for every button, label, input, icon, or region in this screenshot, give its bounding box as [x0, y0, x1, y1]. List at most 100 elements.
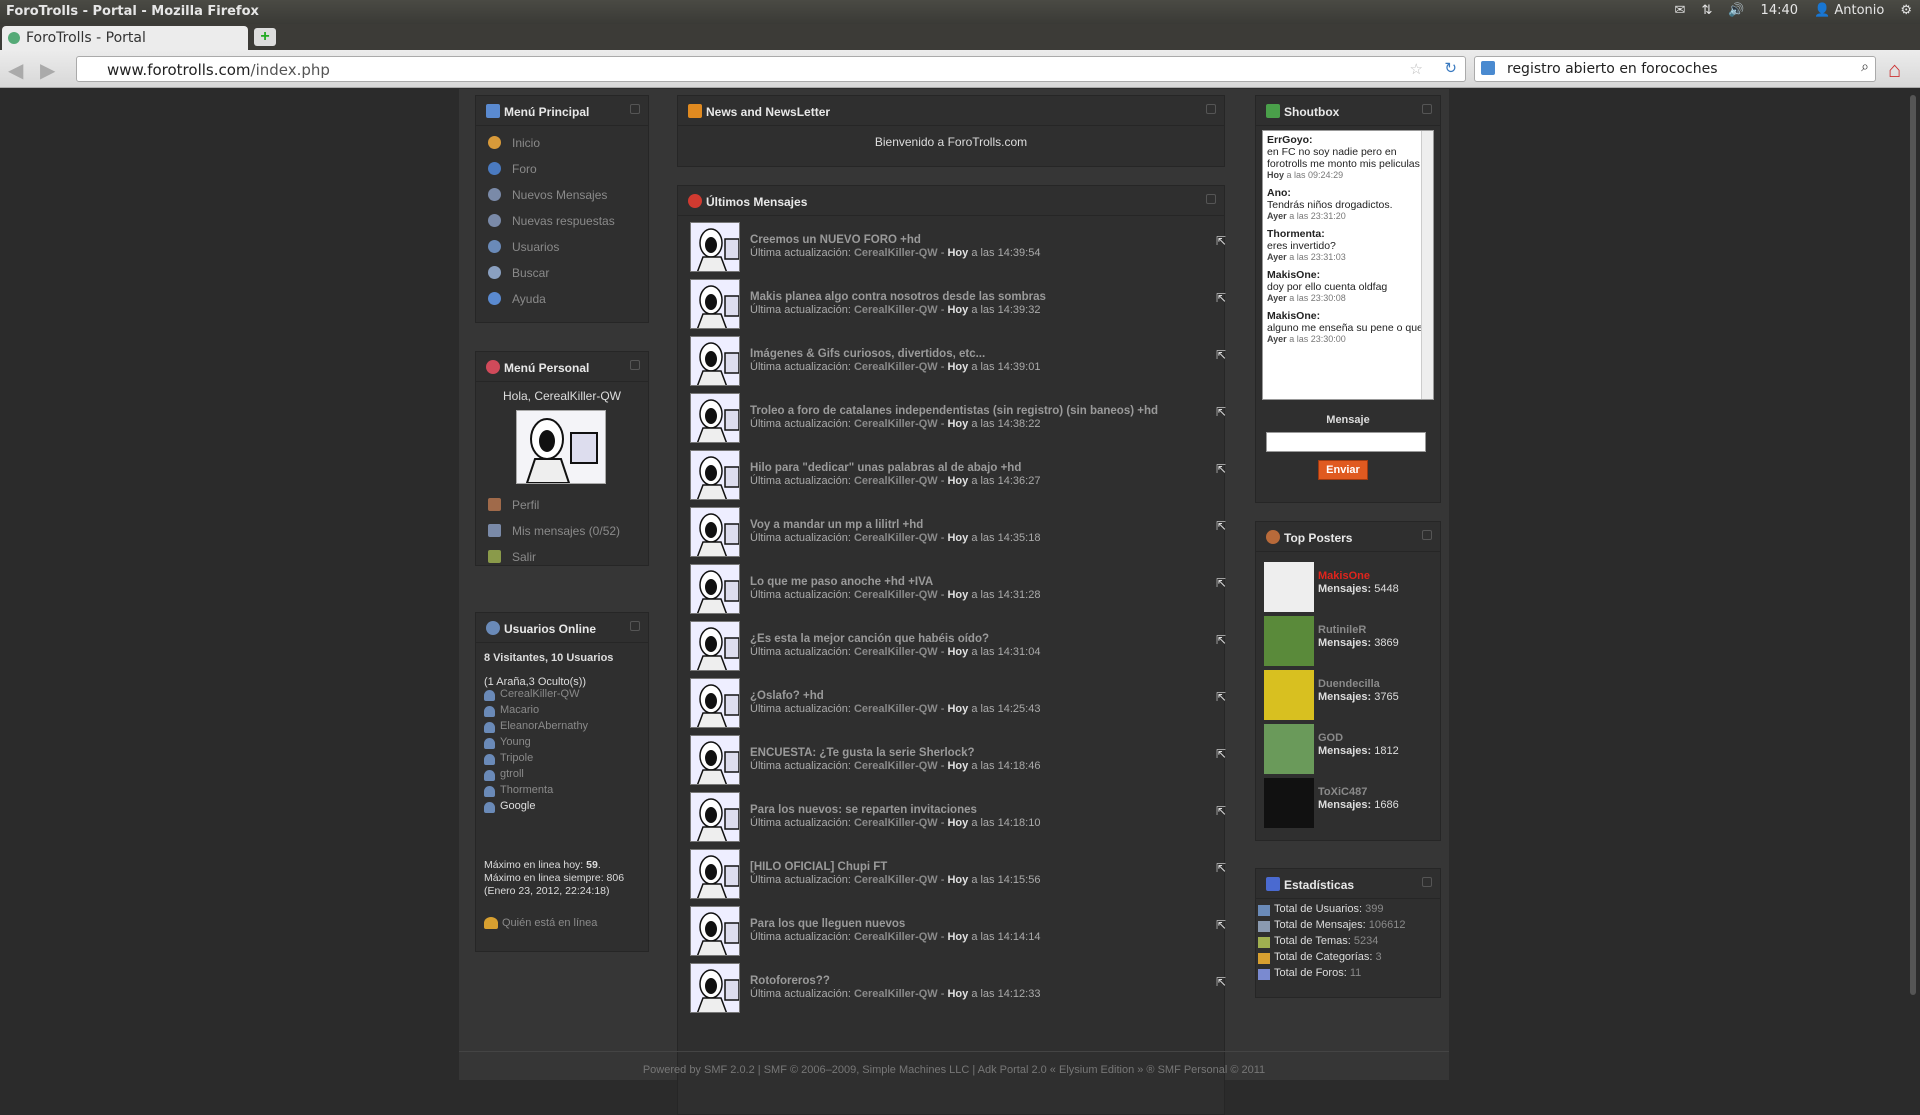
message-row[interactable]: Para los que lleguen nuevos Última actual… — [690, 904, 1230, 956]
search-icon[interactable]: ⌕ — [1861, 59, 1869, 75]
poster-name[interactable]: ToXiC487 — [1318, 786, 1367, 798]
who-online-link[interactable]: Quién está en línea — [484, 917, 634, 931]
message-user[interactable]: CerealKiller-QW — [854, 418, 938, 430]
message-user[interactable]: CerealKiller-QW — [854, 646, 938, 658]
message-row[interactable]: Imágenes & Gifs curiosos, divertidos, et… — [690, 334, 1230, 386]
go-to-post-icon[interactable]: ⇱ — [1216, 519, 1230, 533]
shoutbox-scrollbar[interactable] — [1421, 131, 1433, 399]
browser-tab[interactable]: ForoTrolls - Portal — [2, 26, 248, 50]
message-title[interactable]: Creemos un NUEVO FORO +hd — [750, 234, 921, 246]
go-to-post-icon[interactable]: ⇱ — [1216, 975, 1230, 989]
message-row[interactable]: Creemos un NUEVO FORO +hd Última actualiz… — [690, 220, 1230, 272]
bookmark-star-icon[interactable]: ☆ — [1410, 60, 1423, 78]
go-to-post-icon[interactable]: ⇱ — [1216, 918, 1230, 932]
back-arrow-icon[interactable]: ◀ — [8, 58, 23, 83]
menu-item[interactable]: Nuevos Mensajes — [476, 182, 648, 208]
mail-icon[interactable]: ✉ — [1675, 3, 1686, 18]
send-button[interactable]: Enviar — [1318, 460, 1368, 480]
message-title[interactable]: Imágenes & Gifs curiosos, divertidos, et… — [750, 348, 985, 360]
search-field[interactable]: registro abierto en forocoches ⌕ — [1474, 56, 1876, 82]
go-to-post-icon[interactable]: ⇱ — [1216, 405, 1230, 419]
message-avatar[interactable] — [690, 621, 740, 671]
online-user[interactable]: Tripole — [482, 752, 648, 768]
poster-name[interactable]: GOD — [1318, 732, 1343, 744]
home-icon[interactable]: ⌂ — [1888, 57, 1901, 83]
online-user[interactable]: CerealKiller-QW — [482, 688, 648, 704]
message-title[interactable]: Voy a mandar un mp a lilitrl +hd — [750, 519, 923, 531]
message-user[interactable]: CerealKiller-QW — [854, 931, 938, 943]
online-user[interactable]: EleanorAbernathy — [482, 720, 648, 736]
message-title[interactable]: [HILO OFICIAL] Chupi FT — [750, 861, 887, 873]
menu-item[interactable]: Buscar — [476, 260, 648, 286]
top-poster[interactable]: RutinileR Mensajes: 3869 — [1264, 616, 1434, 668]
menu-item[interactable]: Ayuda — [476, 286, 648, 312]
shout-message-input[interactable] — [1266, 432, 1426, 452]
poster-name[interactable]: Duendecilla — [1318, 678, 1380, 690]
message-row[interactable]: Troleo a foro de catalanes independentis… — [690, 391, 1230, 443]
message-user[interactable]: CerealKiller-QW — [854, 304, 938, 316]
url-bar[interactable]: www.forotrolls.com/index.php ☆ ↻ — [76, 56, 1466, 82]
menu-item[interactable]: Salir — [476, 544, 648, 570]
message-avatar[interactable] — [690, 849, 740, 899]
poster-name[interactable]: RutinileR — [1318, 624, 1366, 636]
message-title[interactable]: Hilo para "dedicar" unas palabras al de … — [750, 462, 1021, 474]
message-user[interactable]: CerealKiller-QW — [854, 532, 938, 544]
message-user[interactable]: CerealKiller-QW — [854, 361, 938, 373]
message-row[interactable]: Voy a mandar un mp a lilitrl +hd Última a… — [690, 505, 1230, 557]
message-avatar[interactable] — [690, 906, 740, 956]
poster-avatar[interactable] — [1264, 670, 1314, 720]
message-user[interactable]: CerealKiller-QW — [854, 817, 938, 829]
message-user[interactable]: CerealKiller-QW — [854, 760, 938, 772]
message-title[interactable]: ENCUESTA: ¿Te gusta la serie Sherlock? — [750, 747, 975, 759]
message-row[interactable]: Hilo para "dedicar" unas palabras al de … — [690, 448, 1230, 500]
online-user[interactable]: Young — [482, 736, 648, 752]
message-user[interactable]: CerealKiller-QW — [854, 703, 938, 715]
shoutbox-messages[interactable]: ErrGoyo: en FC no soy nadie pero en forot… — [1262, 130, 1434, 400]
message-avatar[interactable] — [690, 507, 740, 557]
top-poster[interactable]: Duendecilla Mensajes: 3765 — [1264, 670, 1434, 722]
top-poster[interactable]: GOD Mensajes: 1812 — [1264, 724, 1434, 776]
message-user[interactable]: CerealKiller-QW — [854, 874, 938, 886]
message-avatar[interactable] — [690, 963, 740, 1013]
message-row[interactable]: ¿Oslafo? +hd Última actualización: Cereal… — [690, 676, 1230, 728]
go-to-post-icon[interactable]: ⇱ — [1216, 804, 1230, 818]
go-to-post-icon[interactable]: ⇱ — [1216, 291, 1230, 305]
go-to-post-icon[interactable]: ⇱ — [1216, 747, 1230, 761]
message-title[interactable]: Makis planea algo contra nosotros desde … — [750, 291, 1046, 303]
top-poster[interactable]: MakisOne Mensajes: 5448 — [1264, 562, 1434, 614]
clock[interactable]: 14:40 — [1761, 3, 1798, 18]
message-avatar[interactable] — [690, 450, 740, 500]
user-menu[interactable]: 👤 Antonio — [1814, 3, 1884, 18]
collapse-icon[interactable] — [1422, 104, 1432, 114]
message-title[interactable]: Lo que me paso anoche +hd +IVA — [750, 576, 933, 588]
message-title[interactable]: ¿Oslafo? +hd — [750, 690, 824, 702]
message-avatar[interactable] — [690, 678, 740, 728]
message-row[interactable]: [HILO OFICIAL] Chupi FT Última actualizac… — [690, 847, 1230, 899]
menu-item[interactable]: Inicio — [476, 130, 648, 156]
poster-avatar[interactable] — [1264, 724, 1314, 774]
top-poster[interactable]: ToXiC487 Mensajes: 1686 — [1264, 778, 1434, 830]
user-avatar[interactable] — [516, 410, 606, 484]
go-to-post-icon[interactable]: ⇱ — [1216, 348, 1230, 362]
message-row[interactable]: Rotoforeros?? Última actualización: Cerea… — [690, 961, 1230, 1013]
collapse-icon[interactable] — [630, 360, 640, 370]
menu-item[interactable]: Mis mensajes (0/52) — [476, 518, 648, 544]
message-user[interactable]: CerealKiller-QW — [854, 589, 938, 601]
collapse-icon[interactable] — [1422, 530, 1432, 540]
message-avatar[interactable] — [690, 792, 740, 842]
message-row[interactable]: Lo que me paso anoche +hd +IVA Última act… — [690, 562, 1230, 614]
message-row[interactable]: ENCUESTA: ¿Te gusta la serie Sherlock? Úl… — [690, 733, 1230, 785]
go-to-post-icon[interactable]: ⇱ — [1216, 690, 1230, 704]
collapse-icon[interactable] — [630, 621, 640, 631]
scrollbar-thumb[interactable] — [1910, 95, 1916, 995]
message-avatar[interactable] — [690, 564, 740, 614]
search-engine-icon[interactable] — [1481, 61, 1495, 75]
message-title[interactable]: ¿Es esta la mejor canción que habéis oíd… — [750, 633, 989, 645]
reload-icon[interactable]: ↻ — [1444, 59, 1457, 77]
menu-item[interactable]: Perfil — [476, 492, 648, 518]
menu-item[interactable]: Nuevas respuestas — [476, 208, 648, 234]
forward-arrow-icon[interactable]: ▶ — [40, 58, 55, 83]
poster-avatar[interactable] — [1264, 562, 1314, 612]
message-user[interactable]: CerealKiller-QW — [854, 247, 938, 259]
poster-name[interactable]: MakisOne — [1318, 570, 1370, 582]
